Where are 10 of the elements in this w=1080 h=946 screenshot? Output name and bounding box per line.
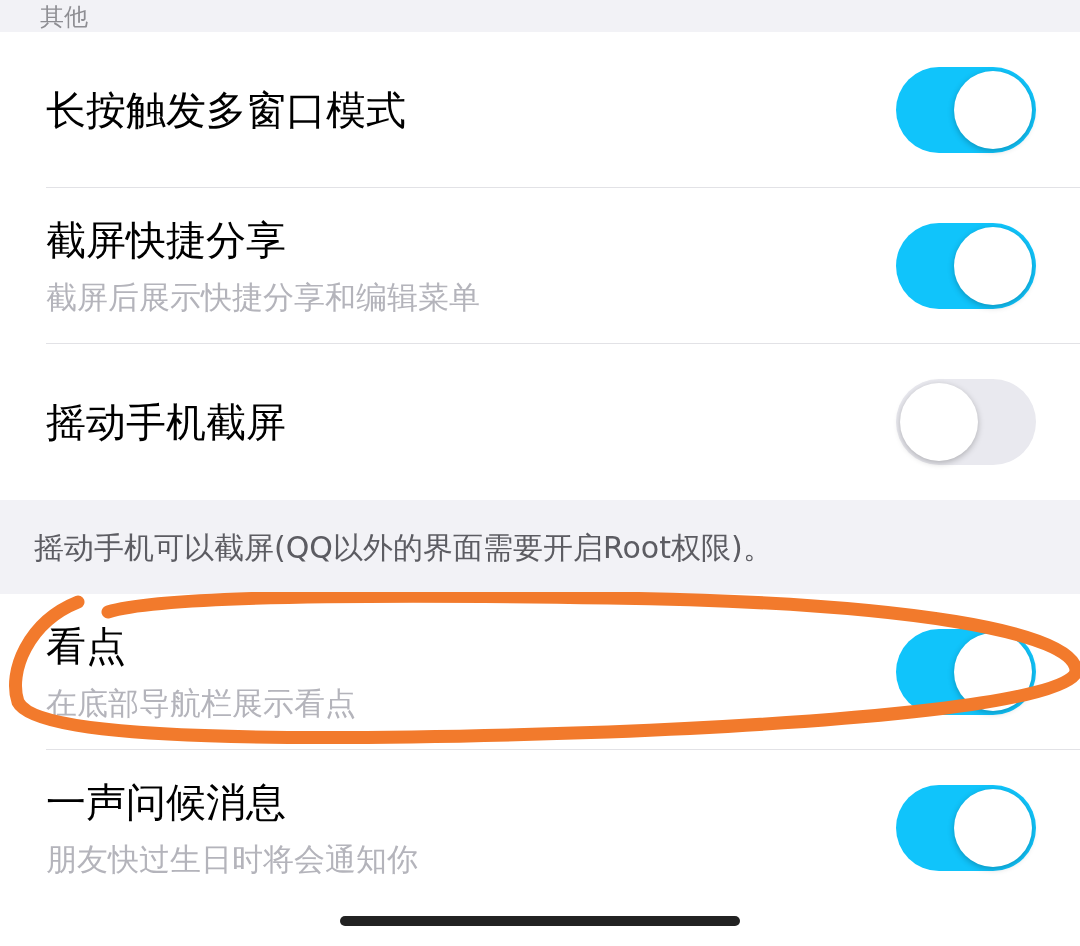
setting-description: 在底部导航栏展示看点 <box>46 683 357 722</box>
setting-title: 看点 <box>46 621 127 670</box>
setting-title: 截屏快捷分享 <box>46 215 287 264</box>
setting-description: 朋友快过生日时将会通知你 <box>46 840 419 878</box>
setting-title: 摇动手机截屏 <box>46 398 287 446</box>
setting-title: 一声问候消息 <box>46 778 287 826</box>
footer-note: 摇动手机可以截屏(QQ以外的界面需要开启Root权限)。 <box>34 528 773 567</box>
section-header: 其他 <box>40 2 88 32</box>
setting-description: 截屏后展示快捷分享和编辑菜单 <box>46 277 481 316</box>
setting-title: 长按触发多窗口模式 <box>46 85 407 134</box>
